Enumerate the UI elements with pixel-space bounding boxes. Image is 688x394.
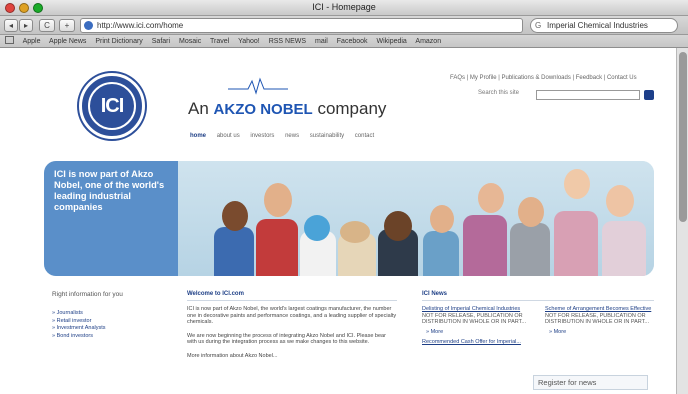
welcome-paragraph: More information about Akzo Nobel... — [187, 352, 278, 359]
bookmark-item[interactable]: Facebook — [337, 38, 368, 45]
site-search-input[interactable] — [536, 90, 640, 100]
bookmarks-bar: Apple Apple News Print Dictionary Safari… — [0, 35, 688, 48]
news-link[interactable]: Recommended Cash Offer for Imperial... — [422, 339, 531, 346]
scrollbar-thumb[interactable] — [679, 52, 687, 222]
link-retail-investor[interactable]: » Retail investor — [52, 318, 172, 326]
address-text: http://www.ici.com/home — [97, 21, 184, 30]
audience-links: Right information for you » Journalists … — [52, 291, 172, 340]
bookmark-item[interactable]: Amazon — [415, 38, 441, 45]
address-bar[interactable]: http://www.ici.com/home — [80, 18, 523, 33]
link-bond-investors[interactable]: » Bond investors — [52, 333, 172, 341]
ici-logo[interactable]: ICI — [79, 73, 145, 139]
tagline: An AKZO NOBEL company — [188, 99, 386, 119]
news-more-link[interactable]: » More — [549, 329, 654, 335]
news-summary: NOT FOR RELEASE, PUBLICATION OR DISTRIBU… — [545, 312, 650, 326]
nav-about-us[interactable]: about us — [217, 133, 240, 139]
nav-contact[interactable]: contact — [355, 133, 374, 139]
favicon-icon — [84, 21, 93, 30]
tagline-brand: AKZO NOBEL — [213, 101, 313, 118]
bookmark-item[interactable]: Travel — [210, 38, 229, 45]
site-navigation: home about us investors news sustainabil… — [190, 133, 383, 139]
site-search-go-button[interactable] — [644, 90, 654, 100]
nav-investors[interactable]: investors — [250, 133, 274, 139]
tagline-prefix: An — [188, 99, 209, 118]
register-for-news-box[interactable]: Register for news — [533, 375, 648, 390]
bookmark-item[interactable]: mail — [315, 38, 328, 45]
heartbeat-line-icon — [228, 77, 288, 95]
welcome-paragraph: We are now beginning the process of inte… — [187, 332, 386, 346]
bookmark-item[interactable]: Apple — [23, 38, 41, 45]
bookmark-item[interactable]: Yahoo! — [238, 38, 260, 45]
google-search-icon: G — [535, 21, 542, 30]
welcome-paragraph: ICI is now part of Akzo Nobel, the world… — [187, 306, 397, 326]
audience-title: Right information for you — [52, 291, 123, 298]
bookmark-item[interactable]: RSS NEWS — [269, 38, 306, 45]
nav-home[interactable]: home — [190, 133, 206, 139]
add-bookmark-button[interactable]: + — [59, 19, 75, 32]
welcome-section: Welcome to ICI.com ICI is now part of Ak… — [187, 291, 397, 367]
bookmark-item[interactable]: Wikipedia — [376, 38, 406, 45]
news-title: ICI News — [422, 291, 654, 301]
search-field[interactable]: G Imperial Chemical Industries — [530, 18, 678, 33]
bookmark-item[interactable]: Print Dictionary — [95, 38, 142, 45]
news-link[interactable]: Scheme of Arrangement Becomes Effective — [545, 306, 654, 313]
news-link[interactable]: Delisting of Imperial Chemical Industrie… — [422, 306, 531, 313]
search-field-text: Imperial Chemical Industries — [547, 21, 648, 30]
bookmark-item[interactable]: Apple News — [49, 38, 86, 45]
news-summary: NOT FOR RELEASE, PUBLICATION OR DISTRIBU… — [422, 312, 527, 326]
link-investment-analysts[interactable]: » Investment Analysts — [52, 325, 172, 333]
window-title: ICI - Homepage — [312, 2, 376, 12]
link-journalists[interactable]: » Journalists — [52, 310, 172, 318]
back-button[interactable]: ◂ — [4, 19, 18, 32]
news-section: ICI News Delisting of Imperial Chemical … — [422, 291, 654, 345]
forward-button[interactable]: ▸ — [19, 19, 33, 32]
web-page: ICI An AKZO NOBEL company home about us … — [0, 48, 688, 394]
news-more-link[interactable]: » More — [426, 329, 531, 335]
hero-banner: ICI is now part of Akzo Nobel, one of th… — [44, 161, 654, 276]
site-search-label: Search this site — [478, 90, 520, 96]
bookmark-item[interactable]: Safari — [152, 38, 170, 45]
welcome-title: Welcome to ICI.com — [187, 291, 397, 301]
bookmarks-book-icon[interactable] — [5, 36, 14, 44]
title-bar: ICI - Homepage — [0, 0, 688, 16]
tagline-suffix: company — [317, 99, 387, 118]
nav-news[interactable]: news — [285, 133, 299, 139]
browser-window: ICI - Homepage ◂ ▸ C + http://www.ici.co… — [0, 0, 688, 394]
ici-logo-text: ICI — [88, 82, 136, 130]
children-photo — [178, 161, 654, 276]
bookmark-item[interactable]: Mosaic — [179, 38, 201, 45]
reload-button[interactable]: C — [39, 19, 55, 32]
page-scrollbar[interactable] — [676, 48, 688, 394]
hero-text: ICI is now part of Akzo Nobel, one of th… — [44, 161, 178, 276]
utility-links[interactable]: FAQs | My Profile | Publications & Downl… — [450, 75, 637, 81]
browser-toolbar: ◂ ▸ C + http://www.ici.com/home G Imperi… — [0, 16, 688, 35]
nav-sustainability[interactable]: sustainability — [310, 133, 344, 139]
